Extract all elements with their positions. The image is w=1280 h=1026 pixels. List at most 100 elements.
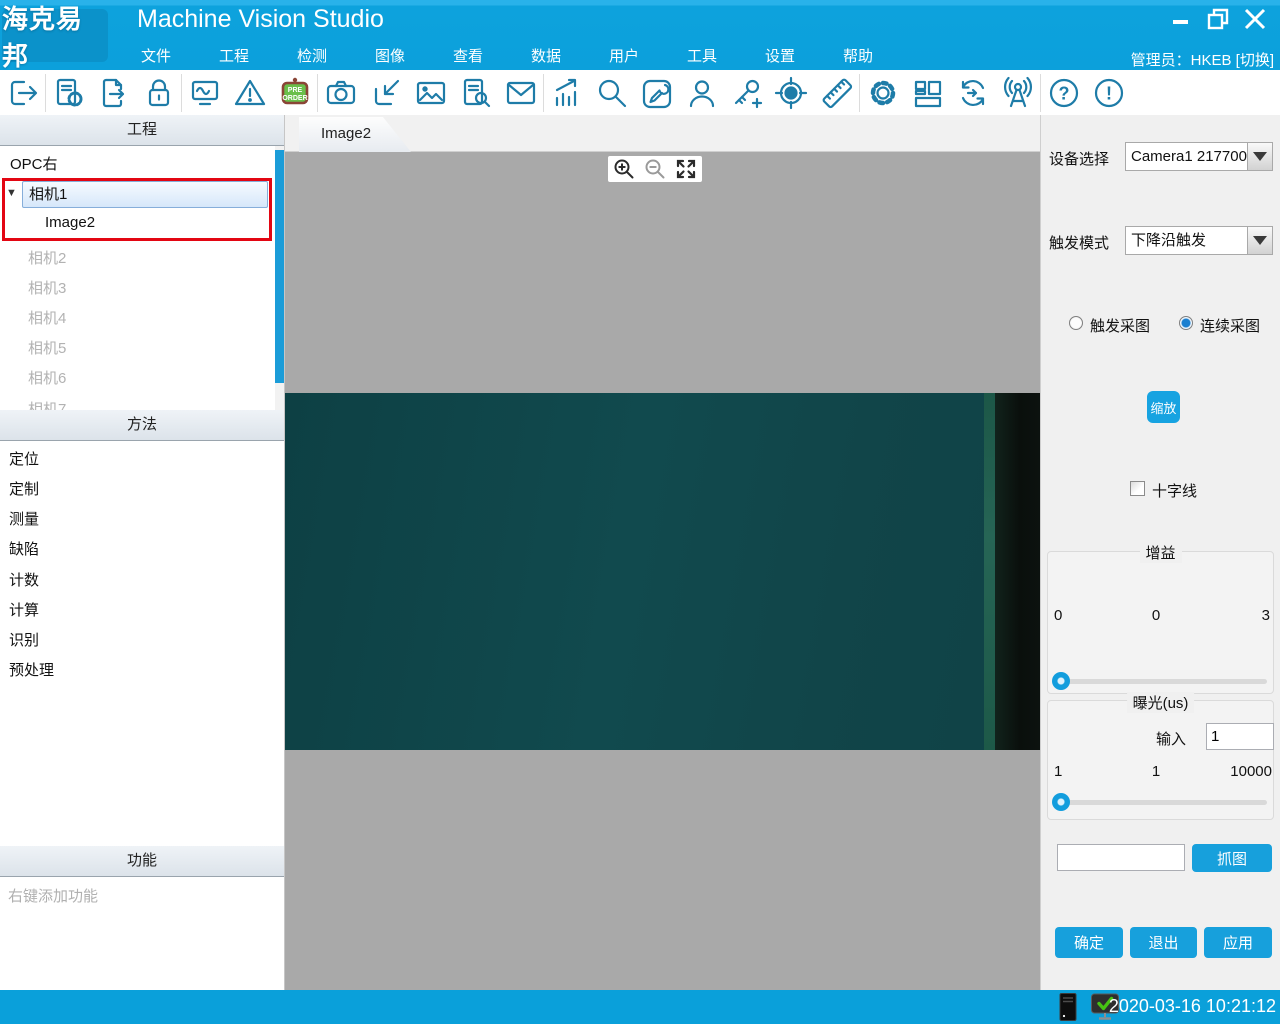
about-icon[interactable]: ! [1086, 72, 1131, 114]
tab-bar: Image2 [285, 115, 1040, 152]
trigger-dropdown-arrow[interactable] [1247, 226, 1273, 255]
gain-slider-track[interactable] [1053, 679, 1267, 684]
chart-icon[interactable] [544, 72, 589, 114]
user-icon[interactable] [679, 72, 724, 114]
mail-icon[interactable] [498, 72, 543, 114]
gear-icon[interactable] [860, 72, 905, 114]
gain-slider[interactable] [1053, 672, 1267, 690]
menu-settings[interactable]: 设置 [741, 46, 819, 68]
menu-bar: 文件 工程 检测 图像 查看 数据 用户 工具 设置 帮助 [117, 46, 897, 68]
method-item-calculate[interactable]: 计算 [9, 599, 39, 620]
tree-item-camera3[interactable]: 相机3 [28, 277, 66, 298]
search-icon[interactable] [589, 72, 634, 114]
minimize-button[interactable] [1168, 6, 1194, 32]
tree-item-camera4[interactable]: 相机4 [28, 307, 66, 328]
tree-item-camera1[interactable]: 相机1 [22, 181, 268, 208]
target-icon[interactable] [769, 72, 814, 114]
status-datetime: 2020-03-16 10:21:12 [1109, 996, 1276, 1017]
functions-panel-header: 功能 [0, 846, 284, 877]
trigger-capture-radio[interactable] [1069, 316, 1083, 330]
exposure-current-value: 1 [1152, 763, 1160, 780]
camera-live-image [285, 393, 1040, 750]
method-item-defect[interactable]: 缺陷 [9, 538, 39, 559]
gain-current-value: 0 [1152, 607, 1160, 624]
preorder-icon[interactable]: PREORDER [272, 72, 317, 114]
method-item-recognize[interactable]: 识别 [9, 629, 39, 650]
chevron-down-icon [1253, 152, 1267, 161]
method-item-preprocess[interactable]: 预处理 [9, 659, 54, 680]
method-item-measure[interactable]: 测量 [9, 508, 39, 529]
zoom-button[interactable]: 缩放 [1147, 391, 1180, 423]
main-toolbar: PREORDER [0, 70, 1280, 116]
menu-file[interactable]: 文件 [117, 46, 195, 68]
trigger-capture-label[interactable]: 触发采图 [1090, 315, 1150, 336]
warning-icon[interactable] [227, 72, 272, 114]
help-icon[interactable]: ? [1041, 72, 1086, 114]
method-item-locate[interactable]: 定位 [9, 448, 39, 469]
tree-item-camera6[interactable]: 相机6 [28, 367, 66, 388]
tree-item-image2[interactable]: Image2 [45, 214, 95, 231]
zoom-out-icon[interactable] [642, 157, 668, 181]
wrench-icon[interactable] [634, 72, 679, 114]
admin-user-label[interactable]: 管理员：HKEB [切换] [1131, 49, 1274, 70]
zoom-in-icon[interactable] [611, 157, 637, 181]
menu-image[interactable]: 图像 [351, 46, 429, 68]
confirm-button[interactable]: 确定 [1055, 927, 1123, 958]
ruler-icon[interactable] [814, 72, 859, 114]
monitor-icon[interactable] [182, 72, 227, 114]
exit-button[interactable]: 退出 [1130, 927, 1197, 958]
tab-image2[interactable]: Image2 [299, 117, 411, 152]
key-add-icon[interactable] [724, 72, 769, 114]
exit-icon[interactable] [0, 72, 45, 114]
continuous-capture-label[interactable]: 连续采图 [1200, 315, 1260, 336]
gain-slider-thumb[interactable] [1052, 672, 1070, 690]
gain-title: 增益 [1139, 542, 1181, 563]
apply-button[interactable]: 应用 [1204, 927, 1272, 958]
tree-scrollbar-thumb[interactable] [275, 150, 284, 383]
fit-view-icon[interactable] [673, 157, 699, 181]
menu-user[interactable]: 用户 [585, 46, 663, 68]
page-title: Machine Vision Studio [137, 5, 384, 34]
grab-filename-input[interactable] [1057, 844, 1185, 871]
restore-button[interactable] [1205, 6, 1231, 32]
document-search-icon[interactable] [453, 72, 498, 114]
method-item-custom[interactable]: 定制 [9, 478, 39, 499]
camera-icon[interactable] [318, 72, 363, 114]
menu-help[interactable]: 帮助 [819, 46, 897, 68]
methods-panel-header: 方法 [0, 410, 284, 441]
project-panel-header: 工程 [0, 115, 284, 146]
close-icon[interactable] [1242, 6, 1268, 32]
grab-button[interactable]: 抓图 [1192, 844, 1272, 872]
trigger-mode-dropdown[interactable]: 下降沿触发 [1125, 226, 1248, 255]
continuous-capture-radio[interactable] [1179, 316, 1193, 330]
exposure-slider-track[interactable] [1053, 800, 1267, 805]
exposure-slider[interactable] [1053, 793, 1267, 811]
tree-scrollbar[interactable] [275, 146, 284, 410]
layout-icon[interactable] [905, 72, 950, 114]
menu-tools[interactable]: 工具 [663, 46, 741, 68]
image-green-stripe [984, 393, 995, 750]
broadcast-icon[interactable] [995, 72, 1040, 114]
menu-data[interactable]: 数据 [507, 46, 585, 68]
exposure-slider-thumb[interactable] [1052, 793, 1070, 811]
tree-item-camera5[interactable]: 相机5 [28, 337, 66, 358]
tree-item-opc[interactable]: OPC右 [10, 153, 58, 174]
tree-item-camera2[interactable]: 相机2 [28, 247, 66, 268]
crosshair-checkbox[interactable] [1130, 481, 1145, 496]
method-item-count[interactable]: 计数 [9, 569, 39, 590]
exposure-input[interactable] [1206, 723, 1274, 750]
device-dropdown-arrow[interactable] [1247, 142, 1273, 171]
menu-project[interactable]: 工程 [195, 46, 273, 68]
document-export-icon[interactable] [91, 72, 136, 114]
sync-icon[interactable] [950, 72, 995, 114]
image-icon[interactable] [408, 72, 453, 114]
chevron-down-icon[interactable]: ▼ [6, 187, 17, 199]
lock-icon[interactable] [136, 72, 181, 114]
menu-detect[interactable]: 检测 [273, 46, 351, 68]
document-settings-icon[interactable] [46, 72, 91, 114]
import-icon[interactable] [363, 72, 408, 114]
menu-view[interactable]: 查看 [429, 46, 507, 68]
device-select-dropdown[interactable]: Camera1 217700 [1125, 142, 1248, 171]
crosshair-label[interactable]: 十字线 [1152, 480, 1197, 501]
tree-item-camera7[interactable]: 相机7 [28, 398, 66, 410]
